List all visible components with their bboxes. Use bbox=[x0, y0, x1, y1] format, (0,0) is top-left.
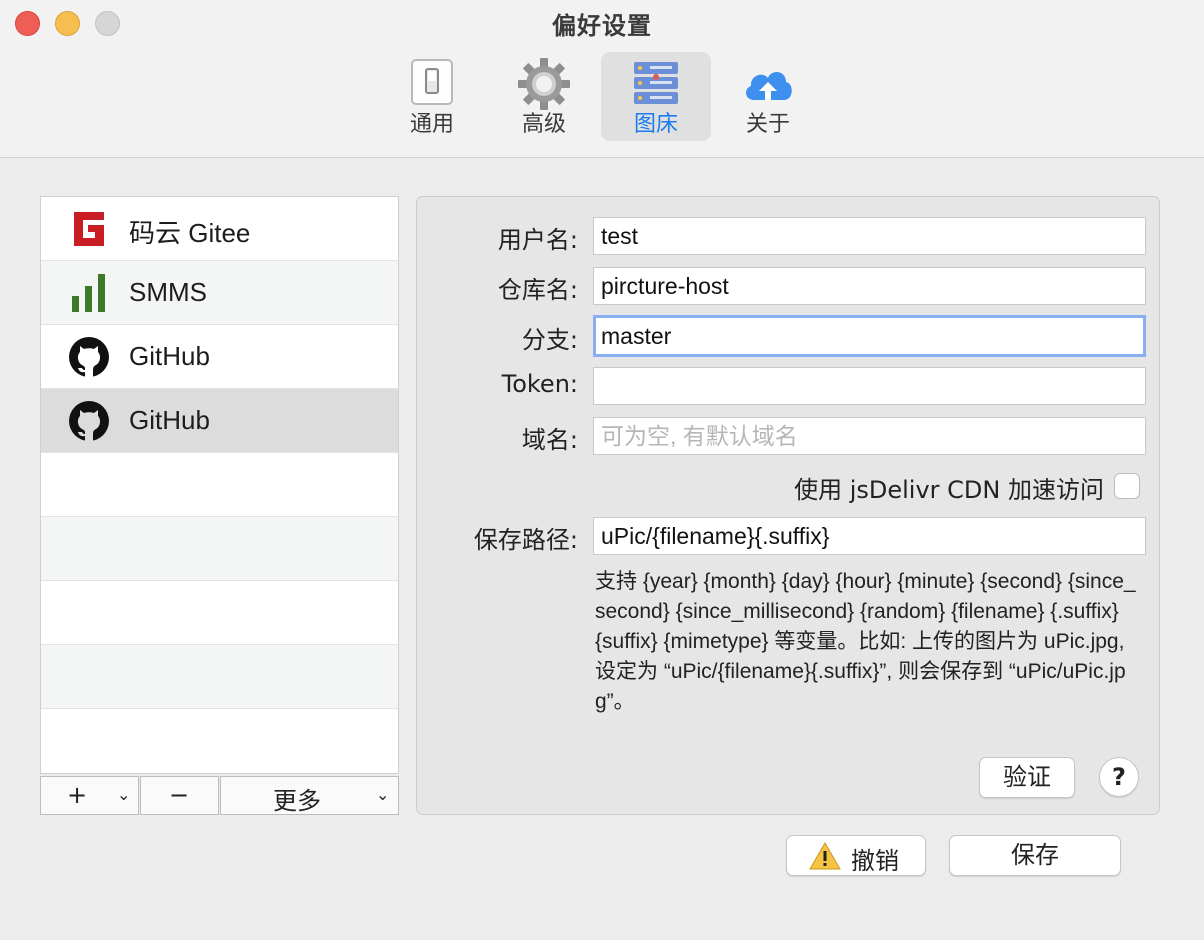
tab-advanced-label: 高级 bbox=[521, 112, 566, 137]
more-label: 更多 bbox=[273, 787, 321, 815]
list-footer: + ⌄ − 更多 ⌄ bbox=[40, 776, 399, 815]
repo-label: 仓库名: bbox=[497, 276, 578, 304]
token-field[interactable] bbox=[593, 367, 1146, 405]
list-item-github-selected[interactable]: GitHub bbox=[41, 389, 398, 453]
cancel-label: 撤销 bbox=[851, 847, 899, 875]
list-item-smms[interactable]: SMMS bbox=[41, 261, 398, 325]
help-button[interactable]: ? bbox=[1099, 757, 1139, 797]
chevron-down-icon: ⌄ bbox=[117, 785, 131, 804]
branch-label: 分支: bbox=[521, 326, 578, 354]
save-path-field[interactable] bbox=[593, 517, 1146, 555]
switch-icon bbox=[411, 59, 453, 105]
gitee-icon bbox=[74, 212, 104, 246]
cancel-button[interactable]: 撤销 bbox=[786, 835, 926, 876]
tab-general[interactable]: 通用 bbox=[377, 52, 487, 141]
list-item-github[interactable]: GitHub bbox=[41, 325, 398, 389]
remove-host-button[interactable]: − bbox=[140, 776, 219, 815]
github-icon bbox=[69, 401, 109, 441]
server-icon bbox=[634, 62, 678, 104]
more-menu-button[interactable]: 更多 ⌄ bbox=[220, 776, 399, 815]
tab-advanced[interactable]: 高级 bbox=[489, 52, 599, 141]
list-item-label: SMMS bbox=[129, 277, 207, 307]
tab-image-host[interactable]: 图床 bbox=[601, 52, 711, 141]
username-field[interactable] bbox=[593, 217, 1146, 255]
bar-chart-icon bbox=[72, 274, 105, 312]
cdn-checkbox[interactable] bbox=[1114, 473, 1140, 499]
tab-about-label: 关于 bbox=[745, 112, 790, 137]
save-button[interactable]: 保存 bbox=[949, 835, 1121, 876]
gear-icon bbox=[518, 58, 570, 110]
list-row-empty bbox=[41, 645, 398, 709]
list-item-label: 码云 Gitee bbox=[129, 218, 251, 248]
tab-image-host-label: 图床 bbox=[633, 112, 678, 137]
domain-label: 域名: bbox=[521, 426, 578, 454]
window-title: 偏好设置 bbox=[552, 12, 652, 40]
branch-field[interactable] bbox=[593, 315, 1146, 357]
username-label: 用户名: bbox=[497, 226, 578, 254]
plus-icon: + bbox=[67, 781, 88, 809]
save-path-label: 保存路径: bbox=[473, 526, 578, 554]
list-item-label: GitHub bbox=[129, 341, 210, 371]
tab-about[interactable]: 关于 bbox=[713, 52, 823, 141]
variables-help-text: 支持 {year} {month} {day} {hour} {minute} … bbox=[595, 570, 1136, 713]
verify-button[interactable]: 验证 bbox=[979, 757, 1075, 798]
token-label: Token: bbox=[501, 370, 578, 398]
window-toolbar: 偏好设置 通用 高级 图床 关于 bbox=[0, 0, 1204, 158]
repo-field[interactable] bbox=[593, 267, 1146, 305]
domain-field[interactable] bbox=[593, 417, 1146, 455]
list-row-empty bbox=[41, 709, 398, 773]
list-row-empty bbox=[41, 517, 398, 581]
list-row-empty bbox=[41, 581, 398, 645]
tab-general-label: 通用 bbox=[409, 112, 454, 137]
host-list[interactable]: 码云 Gitee SMMS GitHub GitHub bbox=[40, 196, 399, 774]
list-item-gitee[interactable]: 码云 Gitee bbox=[41, 197, 398, 261]
cdn-checkbox-label: 使用 jsDelivr CDN 加速访问 bbox=[794, 476, 1104, 504]
minus-icon: − bbox=[169, 781, 190, 809]
github-icon bbox=[69, 337, 109, 377]
add-host-button[interactable]: + ⌄ bbox=[40, 776, 139, 815]
list-row-empty bbox=[41, 453, 398, 517]
chevron-down-icon: ⌄ bbox=[376, 785, 390, 804]
list-item-label: GitHub bbox=[129, 405, 210, 435]
warning-icon bbox=[809, 842, 841, 870]
cloud-upload-icon bbox=[745, 72, 792, 100]
